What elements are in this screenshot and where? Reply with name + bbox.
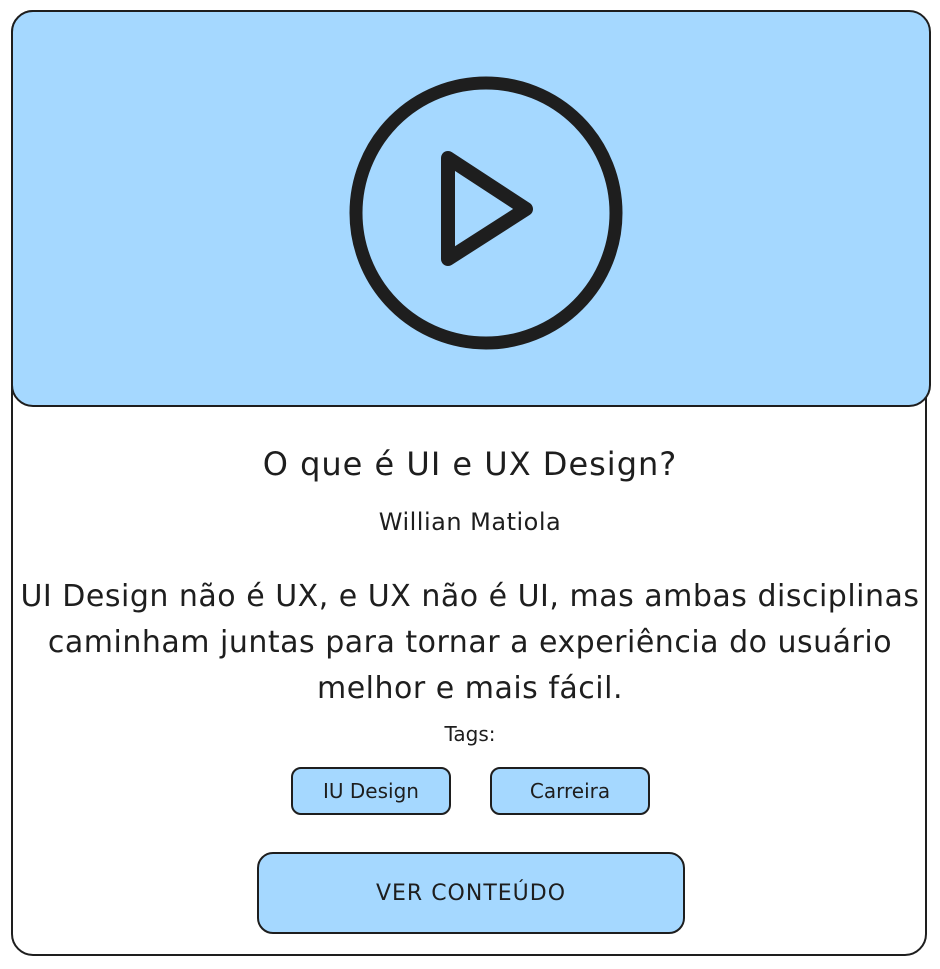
view-content-button[interactable]: VER CONTEÚDO [257,852,685,934]
tags-label: Tags: [444,722,496,746]
author-name: Willian Matiola [378,508,562,536]
video-thumbnail[interactable] [11,10,931,407]
play-icon[interactable] [338,67,628,357]
tag-carreira[interactable]: Carreira [490,767,650,815]
tag-iu-design[interactable]: IU Design [291,767,451,815]
content-title: O que é UI e UX Design? [262,445,678,483]
content-description: UI Design não é UX, e UX não é UI, mas a… [20,579,920,706]
